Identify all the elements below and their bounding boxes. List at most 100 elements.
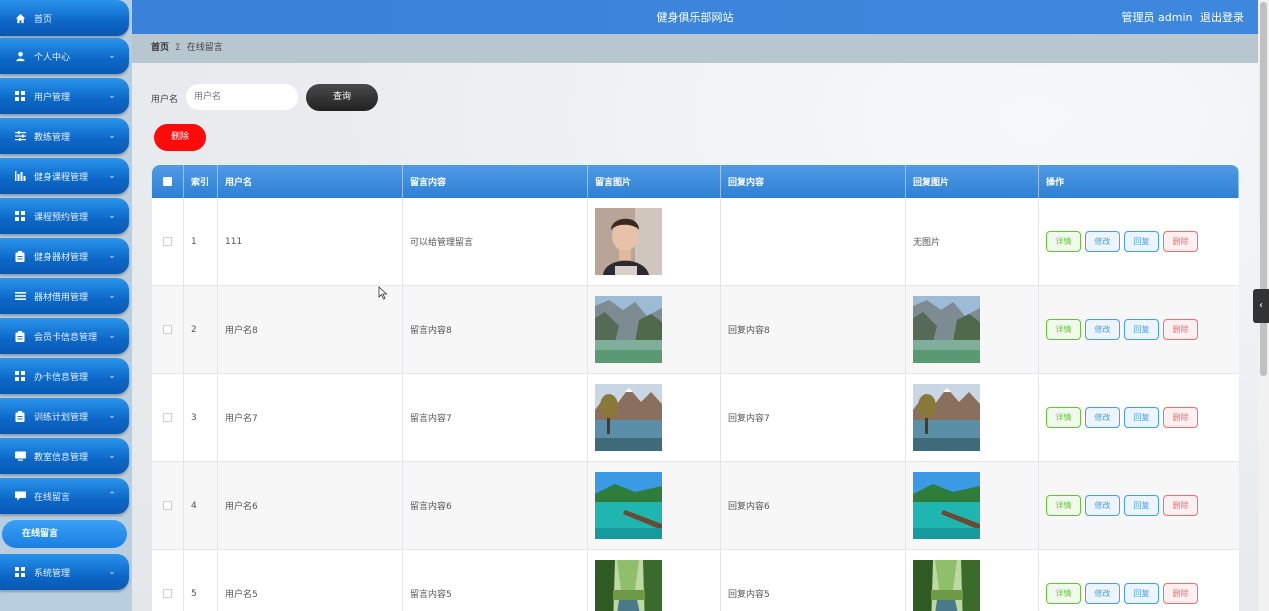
table-row: 1 111 可以给管理留言 无图片 详情 修改 回复 删除 <box>152 198 1239 286</box>
reply-image[interactable] <box>913 472 980 539</box>
delete-button[interactable]: 删除 <box>1163 495 1198 516</box>
message-image[interactable] <box>595 296 662 363</box>
detail-button[interactable]: 详情 <box>1046 495 1081 516</box>
sidebar-item-4[interactable]: 健身课程管理 ⌄ <box>0 158 129 194</box>
delete-button[interactable]: 删除 <box>1163 319 1198 340</box>
row-reply: 回复内容8 <box>721 286 906 373</box>
chevron-left-icon[interactable]: ‹ <box>1253 289 1269 323</box>
row-checkbox[interactable] <box>163 413 172 422</box>
row-content: 留言内容5 <box>403 550 588 611</box>
row-checkbox[interactable] <box>163 237 172 246</box>
sidebar-item-2[interactable]: 用户管理 ⌄ <box>0 78 129 114</box>
reply-button[interactable]: 回复 <box>1124 583 1159 604</box>
row-username: 111 <box>218 198 403 285</box>
detail-button[interactable]: 详情 <box>1046 407 1081 428</box>
sidebar-item-5[interactable]: 课程预约管理 ⌄ <box>0 198 129 234</box>
reply-button[interactable]: 回复 <box>1124 319 1159 340</box>
row-image-cell <box>588 286 721 373</box>
query-button[interactable]: 查询 <box>306 84 378 111</box>
message-image[interactable] <box>595 208 662 275</box>
sidebar-item-6[interactable]: 健身器材管理 ⌄ <box>0 238 129 274</box>
delete-button[interactable]: 删除 <box>1163 583 1198 604</box>
message-image[interactable] <box>595 472 662 539</box>
username-search-input[interactable] <box>186 84 298 110</box>
chevron-icon: ⌄ <box>108 131 116 141</box>
sidebar-item-12[interactable]: 在线留言 ⌃ <box>0 478 129 514</box>
sidebar-item-label: 系统管理 <box>34 568 71 579</box>
reply-image[interactable] <box>913 384 980 451</box>
sidebar-item-label: 个人中心 <box>34 52 71 63</box>
sidebar-item-7[interactable]: 器材借用管理 ⌄ <box>0 278 129 314</box>
chevron-icon: ⌄ <box>108 211 116 221</box>
edit-button[interactable]: 修改 <box>1085 231 1120 252</box>
sidebar-item-11[interactable]: 教室信息管理 ⌄ <box>0 438 129 474</box>
chart-icon <box>14 170 26 182</box>
reply-button[interactable]: 回复 <box>1124 407 1159 428</box>
logout-link[interactable]: 退出登录 <box>1200 11 1244 24</box>
row-index: 1 <box>184 198 218 285</box>
reply-button[interactable]: 回复 <box>1124 495 1159 516</box>
row-username: 用户名5 <box>218 550 403 611</box>
sidebar-item-9[interactable]: 办卡信息管理 ⌄ <box>0 358 129 394</box>
detail-button[interactable]: 详情 <box>1046 231 1081 252</box>
sidebar-item-label: 器材借用管理 <box>34 292 89 303</box>
admin-label: 管理员 admin <box>1121 11 1193 24</box>
chevron-icon: ⌄ <box>108 251 116 261</box>
row-reply-image-cell <box>906 374 1039 461</box>
delete-button[interactable]: 删除 <box>1163 231 1198 252</box>
edit-button[interactable]: 修改 <box>1085 407 1120 428</box>
row-index: 5 <box>184 550 218 611</box>
row-username: 用户名8 <box>218 286 403 373</box>
sidebar-item-3[interactable]: 教练管理 ⌄ <box>0 118 129 154</box>
chevron-icon: ⌄ <box>108 411 116 421</box>
edit-button[interactable]: 修改 <box>1085 583 1120 604</box>
row-reply: 回复内容7 <box>721 374 906 461</box>
chevron-icon: ⌄ <box>108 91 116 101</box>
batch-delete-button[interactable]: 删除 <box>154 124 206 151</box>
sidebar-item-label: 用户管理 <box>34 92 71 103</box>
row-checkbox[interactable] <box>163 589 172 598</box>
row-content: 留言内容7 <box>403 374 588 461</box>
header-content: 留言内容 <box>403 165 588 198</box>
row-index: 3 <box>184 374 218 461</box>
message-image[interactable] <box>595 384 662 451</box>
sidebar-item-10[interactable]: 训练计划管理 ⌄ <box>0 398 129 434</box>
row-reply: 回复内容5 <box>721 550 906 611</box>
row-reply-image-cell <box>906 462 1039 549</box>
sidebar: 首页 个人中心 ⌄ 用户管理 ⌄ 教练管理 ⌄ 健身课程管理 ⌄ 课程预约管理 ⌄ 健身器材管理 ⌄ 器材… <box>0 0 132 611</box>
row-reply-image-cell: 无图片 <box>906 198 1039 285</box>
breadcrumb-home[interactable]: 首页 <box>151 43 169 53</box>
breadcrumb: 首页 Σ 在线留言 <box>132 34 1258 63</box>
row-reply <box>721 198 906 285</box>
message-image[interactable] <box>595 560 662 611</box>
delete-button[interactable]: 删除 <box>1163 407 1198 428</box>
reply-button[interactable]: 回复 <box>1124 231 1159 252</box>
chevron-icon: ⌄ <box>108 371 116 381</box>
reply-image[interactable] <box>913 560 980 611</box>
sidebar-item-1[interactable]: 个人中心 ⌄ <box>0 38 129 74</box>
chevron-icon: ⌄ <box>108 291 116 301</box>
row-actions: 详情 修改 回复 删除 <box>1039 462 1239 549</box>
table-row: 3 用户名7 留言内容7 回复内容7 详情 修改 回复 删除 <box>152 374 1239 462</box>
sidebar-item-label: 教练管理 <box>34 132 71 143</box>
row-checkbox[interactable] <box>163 325 172 334</box>
detail-button[interactable]: 详情 <box>1046 583 1081 604</box>
main-content: 用户名 查询 删除 索引 用户名 留言内容 留言图片 回复内容 回复图片 操作 … <box>132 63 1258 611</box>
sidebar-subitem-online-message[interactable]: 在线留言 <box>2 520 127 548</box>
sidebar-item-8[interactable]: 会员卡信息管理 ⌄ <box>0 318 129 354</box>
header-index: 索引 <box>184 165 218 198</box>
top-header: 健身俱乐部网站 管理员 admin 退出登录 <box>132 0 1258 34</box>
header-user-area: 管理员 admin 退出登录 <box>1118 9 1244 25</box>
row-checkbox[interactable] <box>163 501 172 510</box>
sidebar-item-label: 首页 <box>34 14 53 25</box>
sidebar-item-label: 课程预约管理 <box>34 212 89 223</box>
sidebar-item-0[interactable]: 首页 <box>0 0 129 36</box>
select-all-checkbox[interactable] <box>163 177 172 186</box>
row-content: 可以给管理留言 <box>403 198 588 285</box>
detail-button[interactable]: 详情 <box>1046 319 1081 340</box>
edit-button[interactable]: 修改 <box>1085 319 1120 340</box>
list-icon <box>14 290 26 302</box>
edit-button[interactable]: 修改 <box>1085 495 1120 516</box>
reply-image[interactable] <box>913 296 980 363</box>
sidebar-item-13[interactable]: 系统管理 ⌄ <box>0 554 129 590</box>
